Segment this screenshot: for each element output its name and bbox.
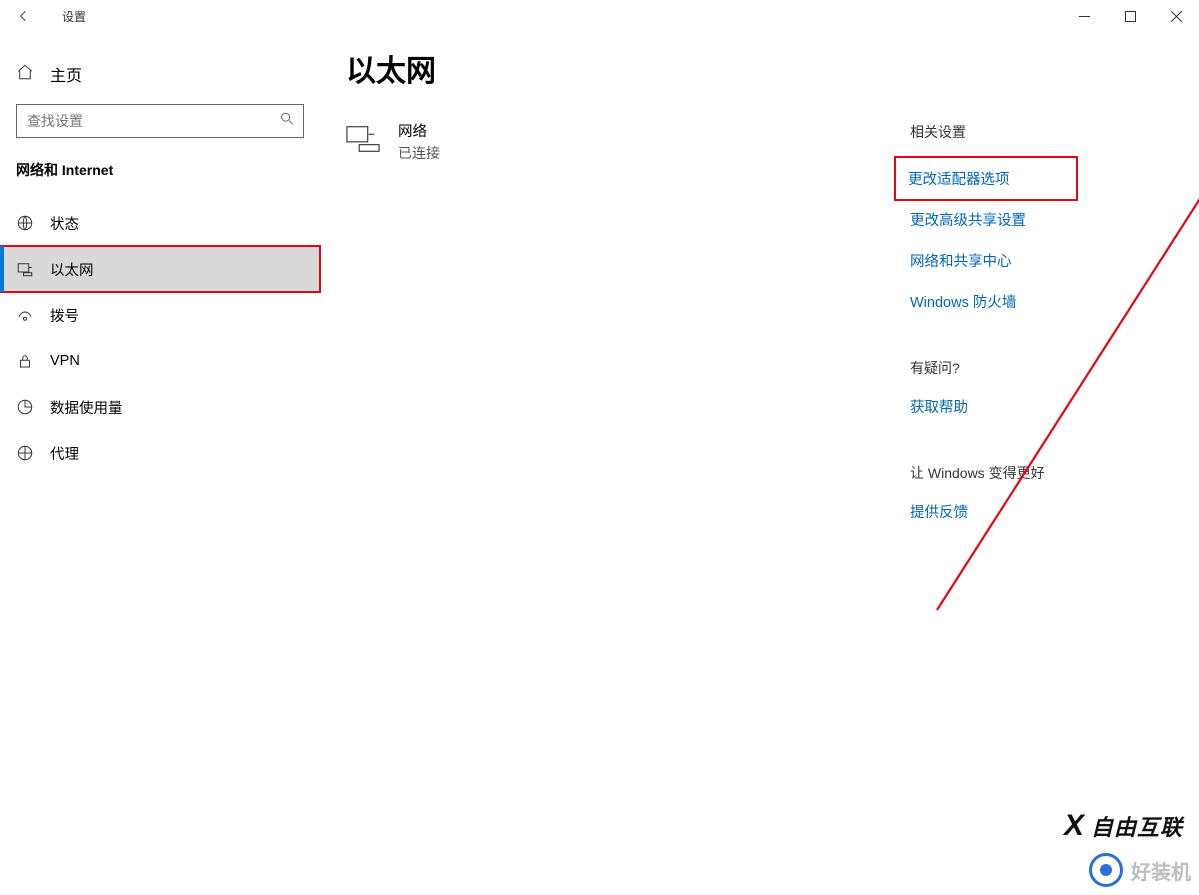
window-title: 设置 [62,8,86,25]
nav-item-vpn[interactable]: VPN [0,338,320,384]
home-icon [16,63,34,86]
watermark-x-icon: X [1064,809,1085,843]
link-network-center[interactable]: 网络和共享中心 [910,250,1160,271]
better-heading: 让 Windows 变得更好 [910,463,1160,483]
dialup-icon [16,306,34,324]
close-icon [1171,11,1182,22]
nav-item-proxy[interactable]: 代理 [0,430,320,476]
minimize-button[interactable] [1061,0,1107,32]
nav-label: 以太网 [50,259,94,280]
nav-item-dialup[interactable]: 拨号 [0,292,320,338]
link-adapter-options[interactable]: 更改适配器选项 [896,158,1076,199]
search-icon [279,111,295,132]
data-usage-icon [16,398,34,416]
link-get-help[interactable]: 获取帮助 [910,396,1160,417]
home-label: 主页 [50,62,82,86]
network-device-icon [346,125,380,158]
link-advanced-sharing[interactable]: 更改高级共享设置 [910,209,1160,230]
question-heading: 有疑问? [910,358,1160,378]
ethernet-icon [16,260,34,278]
nav-item-status[interactable]: 状态 [0,200,320,246]
category-heading: 网络和 Internet [0,138,320,190]
nav-label: 代理 [50,443,79,464]
minimize-icon [1079,11,1090,22]
globe-icon [16,214,34,232]
proxy-icon [16,444,34,462]
watermark-2-text: 好装机 [1131,856,1191,885]
network-name: 网络 [398,120,440,141]
nav-item-data-usage[interactable]: 数据使用量 [0,384,320,430]
watermark-1-text: 自由互联 [1091,810,1183,842]
home-button[interactable]: 主页 [0,52,320,96]
window-controls [1061,0,1199,32]
related-settings-heading: 相关设置 [910,122,1160,142]
watermark-2: 好装机 [1089,853,1191,887]
link-firewall[interactable]: Windows 防火墙 [910,291,1160,312]
watermark-1: X 自由互联 [1064,809,1183,843]
search-box[interactable] [16,104,304,138]
maximize-icon [1125,11,1136,22]
maximize-button[interactable] [1107,0,1153,32]
close-button[interactable] [1153,0,1199,32]
page-title: 以太网 [346,46,1199,90]
nav-item-ethernet[interactable]: 以太网 [0,246,320,292]
related-settings-column: 相关设置 更改适配器选项 更改高级共享设置 网络和共享中心 Windows 防火… [910,122,1160,542]
search-input[interactable] [17,105,303,137]
arrow-left-icon [16,8,32,24]
watermark-circle-icon [1089,853,1123,887]
network-status: 已连接 [398,143,440,163]
vpn-icon [16,352,34,370]
nav-label: 拨号 [50,305,79,326]
title-bar: 设置 [0,0,1199,32]
nav-label: VPN [50,353,80,369]
link-feedback[interactable]: 提供反馈 [910,501,1160,522]
back-button[interactable] [0,0,48,32]
nav-label: 状态 [50,213,79,234]
main-content: 以太网 网络 已连接 相关设置 更改适配器选项 更改高级共享设置 网络和共享中心… [320,32,1199,895]
nav-label: 数据使用量 [50,397,123,418]
nav-list: 状态 以太网 拨号 VPN 数据使用量 代理 [0,200,320,476]
sidebar: 主页 网络和 Internet 状态 以太网 拨号 [0,32,320,895]
